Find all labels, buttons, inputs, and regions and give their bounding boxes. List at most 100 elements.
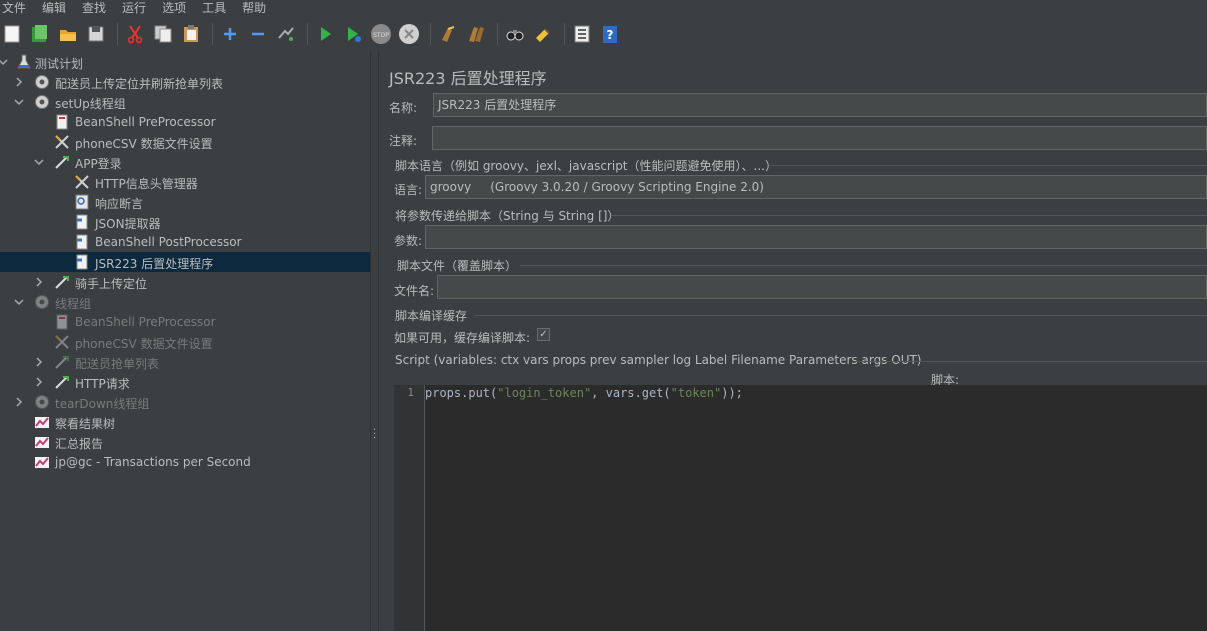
listener-icon [34,454,50,470]
params-label: 参数: [394,234,423,248]
language-label: 语言: [394,183,423,197]
tree-node[interactable]: HTTP请求 [0,372,370,392]
tree-node[interactable]: APP登录 [0,152,370,172]
chevron-down-icon[interactable] [0,57,8,67]
toggle-icon[interactable] [274,22,298,46]
sampler-icon [54,354,70,370]
svg-text:?: ? [607,28,614,42]
collapse-icon[interactable] [246,22,270,46]
menu-item[interactable]: 选项 [154,1,194,15]
chevron-right-icon[interactable] [34,357,44,367]
tree-node[interactable]: BeanShell PostProcessor [0,232,370,252]
tree-node[interactable]: 线程组 [0,292,370,312]
cache-checkbox[interactable]: ✓ [537,328,550,341]
script-section-title: Script (variables: ctx vars props prev s… [395,353,922,367]
tree-node-label: 骑手上传定位 [75,277,148,291]
gear-icon [34,94,50,110]
section-divider [769,165,1207,166]
flask-icon [16,54,32,70]
expand-icon[interactable] [218,22,242,46]
gear-icon [34,394,50,410]
jsr223-postprocessor-panel: JSR223 后置处理程序 名称: JSR223 后置处理程序 注释: 脚本语言… [379,52,1207,631]
section-divider [474,315,1207,316]
clear-icon[interactable] [436,22,460,46]
cache-section-title: 脚本编译缓存 [395,309,468,323]
tree-node[interactable]: JSON提取器 [0,212,370,232]
help-icon[interactable]: ? [598,22,622,46]
tree-node[interactable]: 骑手上传定位 [0,272,370,292]
tree-node-label: 汇总报告 [55,437,104,451]
save-icon[interactable] [84,22,108,46]
menu-item[interactable]: 帮助 [234,1,274,15]
new-icon[interactable] [0,22,24,46]
tree-node-label: 配送员上传定位并刷新抢单列表 [55,77,224,91]
chevron-down-icon[interactable] [14,97,24,107]
tree-node-label: 察看结果树 [55,417,116,431]
tree-node[interactable]: 配送员上传定位并刷新抢单列表 [0,72,370,92]
code-token: )); [721,386,743,400]
tree-node[interactable]: 响应断言 [0,192,370,212]
clear-all-icon[interactable] [464,22,488,46]
line-gutter: 1 [394,385,425,631]
start-icon[interactable] [313,22,337,46]
templates-icon[interactable] [28,22,52,46]
tree-node-label: 配送员抢单列表 [75,357,160,371]
code-line[interactable]: props.put("login_token", vars.get("token… [425,385,743,401]
open-icon[interactable] [56,22,80,46]
tree-node[interactable]: tearDown线程组 [0,392,370,412]
cut-icon[interactable] [123,22,147,46]
chevron-down-icon[interactable] [14,297,24,307]
filename-field[interactable] [437,275,1207,299]
tree-node-label: setUp线程组 [55,97,126,111]
chevron-right-icon[interactable] [14,77,24,87]
reset-search-icon[interactable] [531,22,555,46]
chevron-right-icon[interactable] [34,377,44,387]
script-editor[interactable]: 1 props.put("login_token", vars.get("tok… [394,385,1207,631]
tree-node[interactable]: BeanShell PreProcessor [0,312,370,332]
menu-item[interactable]: 查找 [74,1,114,15]
tree-node-label: HTTP请求 [75,377,130,391]
sampler-icon [54,274,70,290]
search-icon[interactable] [503,22,527,46]
assertion-icon [74,194,90,210]
menu-item[interactable]: 工具 [194,1,234,15]
tree-node[interactable]: 汇总报告 [0,432,370,452]
svg-text:STOP: STOP [373,32,389,39]
tree-node[interactable]: phoneCSV 数据文件设置 [0,332,370,352]
tree-node[interactable]: JSR223 后置处理程序 [0,252,370,272]
menu-bar: 文件 编辑 查找 运行 选项 工具 帮助 [0,0,1207,16]
sampler-icon [54,374,70,390]
chevron-right-icon[interactable] [14,397,24,407]
tree-node[interactable]: 察看结果树 [0,412,370,432]
tree-node[interactable]: 测试计划 [0,52,370,72]
shutdown-icon[interactable] [397,22,421,46]
tree-node-label: JSR223 后置处理程序 [95,257,214,271]
postprocessor-icon [74,214,90,230]
tree-node[interactable]: BeanShell PreProcessor [0,112,370,132]
panel-splitter[interactable]: · · · [370,52,379,631]
menu-item[interactable]: 编辑 [34,1,74,15]
tree-node[interactable]: HTTP信息头管理器 [0,172,370,192]
language-select[interactable]: groovy (Groovy 3.0.20 / Groovy Scripting… [425,175,1207,199]
chevron-down-icon[interactable] [34,157,44,167]
paste-icon[interactable] [179,22,203,46]
copy-icon[interactable] [151,22,175,46]
comment-field[interactable] [432,126,1207,150]
params-field[interactable] [425,225,1207,249]
function-helper-icon[interactable] [570,22,594,46]
code-token: , vars.get( [591,386,671,400]
tree-node[interactable]: phoneCSV 数据文件设置 [0,132,370,152]
tree-node[interactable]: 配送员抢单列表 [0,352,370,372]
start-no-pause-icon[interactable] [341,22,365,46]
menu-item[interactable]: 运行 [114,1,154,15]
stop-icon[interactable]: STOP [369,22,393,46]
tree-node[interactable]: jp@gc - Transactions per Second [0,452,370,472]
menu-item[interactable]: 文件 [0,1,34,15]
language-section-title: 脚本语言（例如 groovy、jexl、javascript（性能问题避免使用）… [395,159,777,173]
file-section-title: 脚本文件（覆盖脚本） [397,259,518,273]
tree-node-label: jp@gc - Transactions per Second [55,455,251,469]
tree-node-label: BeanShell PreProcessor [75,315,216,329]
chevron-right-icon[interactable] [34,277,44,287]
name-field[interactable]: JSR223 后置处理程序 [433,93,1207,117]
tree-node[interactable]: setUp线程组 [0,92,370,112]
